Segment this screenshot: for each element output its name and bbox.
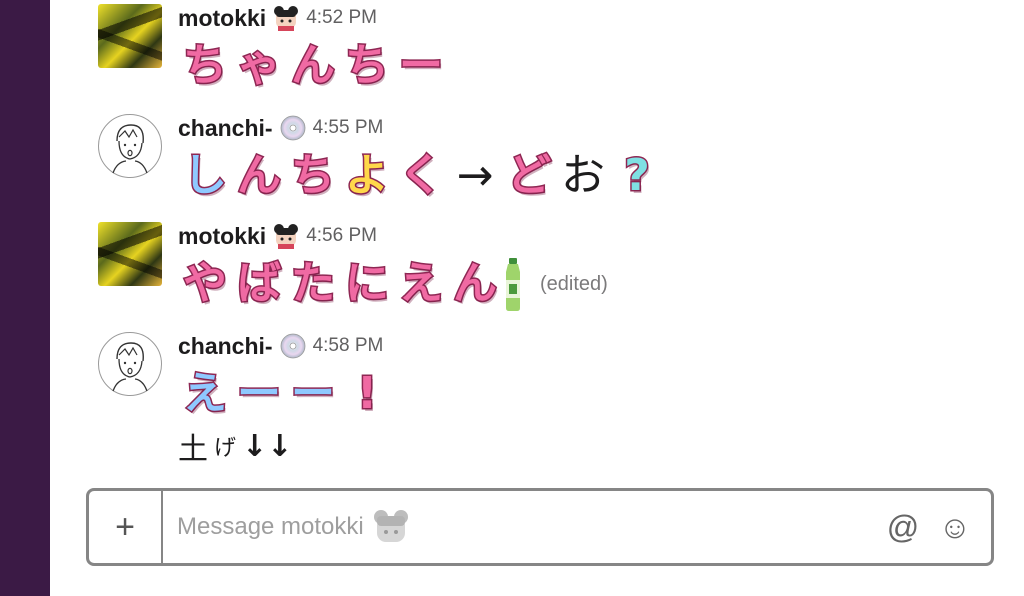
sticker-char: ー	[398, 40, 445, 91]
mention-button[interactable]: @	[877, 501, 929, 553]
sticker-char: た	[290, 258, 337, 309]
sticker-row: や ば た に え ん (edited)	[178, 256, 608, 312]
sticker-char: ー	[236, 368, 283, 419]
sticker-char: ん	[290, 40, 337, 91]
message-char: 土	[178, 432, 208, 467]
sticker-char: ん	[452, 258, 499, 309]
sticker-char: ど	[506, 150, 553, 201]
message-list: motokki 4:52 PM ち ゃ ん ち ー chanchi- 4:55 …	[50, 0, 1024, 480]
sticker-char: ち	[344, 40, 391, 91]
sticker-char: ち	[182, 40, 229, 91]
cd-icon	[280, 115, 305, 141]
sticker-char: →	[456, 150, 494, 201]
sketch-face-icon	[112, 342, 148, 392]
avatar[interactable]	[98, 4, 162, 68]
sticker-char: え	[398, 258, 445, 309]
smiley-icon: ☺	[938, 508, 972, 545]
message-text-line: 土 げ ↓↓	[178, 428, 394, 468]
sticker-char: く	[398, 150, 445, 201]
sticker-row: ち ゃ ん ち ー	[178, 38, 448, 94]
add-attachment-button[interactable]: +	[89, 491, 163, 563]
message-composer: + Message motokki @ ☺	[86, 488, 994, 566]
sticker-char: し	[182, 150, 229, 201]
message-input[interactable]: Message motokki @ ☺	[163, 491, 991, 563]
sketch-face-icon	[112, 124, 148, 174]
at-sign-icon: @	[886, 508, 920, 545]
sticker-char: ち	[290, 150, 337, 201]
sticker-row: え ー ー !	[178, 366, 394, 422]
sidebar	[0, 0, 50, 596]
bear-head-icon	[274, 6, 299, 31]
timestamp[interactable]: 4:55 PM	[313, 117, 384, 139]
sticker-char: ん	[236, 150, 283, 201]
sticker-char: に	[344, 258, 391, 309]
sticker-char: よ	[344, 150, 391, 201]
timestamp[interactable]: 4:58 PM	[313, 335, 384, 357]
author-name[interactable]: motokki	[178, 223, 266, 250]
emoji-button[interactable]: ☺	[929, 501, 981, 553]
sticker-char: ?	[623, 150, 652, 201]
edited-label: (edited)	[540, 272, 608, 295]
slack-window: motokki 4:52 PM ち ゃ ん ち ー chanchi- 4:55 …	[0, 0, 1024, 596]
sticker-char: お	[561, 150, 605, 201]
author-name[interactable]: motokki	[178, 5, 266, 32]
bear-head-icon	[274, 224, 299, 249]
sticker-char: や	[182, 258, 229, 309]
avatar[interactable]	[98, 332, 162, 396]
avatar[interactable]	[98, 114, 162, 178]
sticker-char: ゃ	[236, 40, 283, 91]
author-name[interactable]: chanchi-	[178, 333, 273, 360]
message-char: げ	[214, 436, 237, 461]
timestamp[interactable]: 4:52 PM	[306, 7, 377, 29]
sticker-char: !	[355, 368, 378, 419]
input-placeholder: Message motokki	[177, 513, 364, 540]
sticker-char: ば	[236, 258, 283, 309]
plus-icon: +	[115, 507, 135, 546]
green-tea-bottle-icon	[506, 258, 520, 311]
author-name[interactable]: chanchi-	[178, 115, 273, 142]
bear-head-icon	[373, 510, 408, 542]
cd-icon	[280, 333, 305, 359]
sticker-row: し ん ち よ く → ど お ?	[178, 148, 664, 204]
sticker-char: え	[182, 368, 229, 419]
down-arrows: ↓↓	[242, 428, 293, 464]
sticker-char: ー	[290, 368, 337, 419]
avatar[interactable]	[98, 222, 162, 286]
timestamp[interactable]: 4:56 PM	[306, 225, 377, 247]
